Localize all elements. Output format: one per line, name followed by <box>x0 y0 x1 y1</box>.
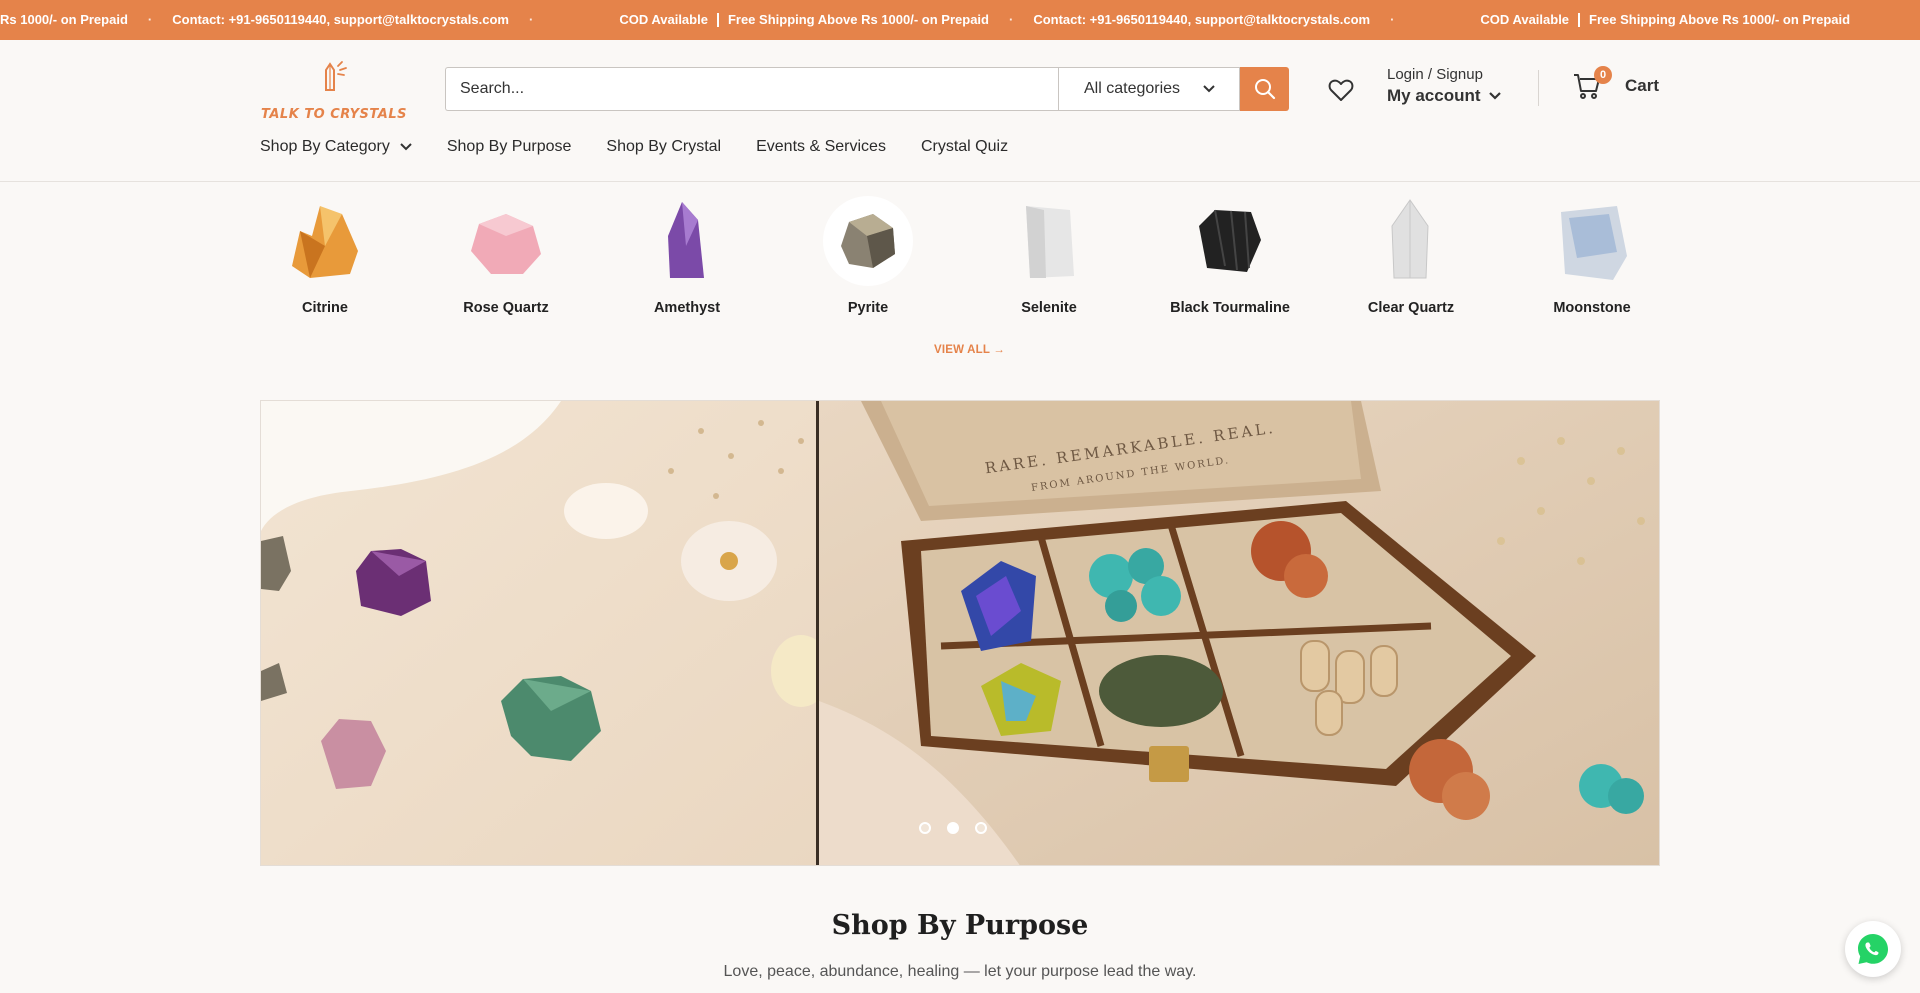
separator-dot: · <box>147 12 153 27</box>
nav-item-label: Shop By Purpose <box>446 138 572 155</box>
cart-count-badge: 0 <box>1594 66 1612 84</box>
nav-item-label: Events & Services <box>756 138 886 155</box>
crystal-item-citrine[interactable]: Citrine <box>260 196 390 317</box>
crystal-name: Citrine <box>302 300 348 316</box>
crystal-name: Pyrite <box>847 300 889 316</box>
site-header: TALK TO CRYSTALS All categories Login / … <box>0 40 1920 182</box>
carousel-dot[interactable] <box>975 822 987 834</box>
crystal-image <box>461 196 551 286</box>
crystal-name: Moonstone <box>1553 300 1631 316</box>
crystal-item-rose-quartz[interactable]: Rose Quartz <box>441 196 571 317</box>
section-title: Shop By Purpose <box>831 910 1089 941</box>
cart-icon-wrap: 0 <box>1573 66 1612 100</box>
separator-bar <box>716 12 719 27</box>
header-divider <box>1538 70 1539 106</box>
separator-bar <box>1578 12 1581 27</box>
crystal-image <box>280 196 370 286</box>
wishlist-button[interactable] <box>1328 78 1354 102</box>
cart-label: Cart <box>1625 76 1660 95</box>
crystal-category-row: Citrine Rose Quartz Amethyst Pyrite Sele… <box>260 196 1660 346</box>
cart-button[interactable]: 0 Cart <box>1573 66 1660 100</box>
separator-dot: · <box>528 12 534 27</box>
separator-dot: · <box>1008 12 1014 27</box>
my-account-label: My account <box>1387 86 1481 105</box>
crystal-image <box>1185 196 1275 286</box>
carousel-dot-active[interactable] <box>947 822 959 834</box>
crystal-image <box>823 196 913 286</box>
nav-item-label: Shop By Category <box>260 138 390 155</box>
crystal-name: Black Tourmaline <box>1170 300 1290 316</box>
carousel-dots <box>919 822 987 834</box>
nav-item-label: Crystal Quiz <box>920 138 1009 155</box>
search-icon <box>1254 79 1275 100</box>
crystal-name: Rose Quartz <box>463 300 549 316</box>
main-nav: Shop By Category Shop By Purpose Shop By… <box>260 138 1043 156</box>
crystal-item-moonstone[interactable]: Moonstone <box>1527 196 1657 317</box>
nav-item-shop-by-crystal[interactable]: Shop By Crystal <box>606 138 721 156</box>
crystal-image <box>1366 196 1456 286</box>
crystal-item-black-tourmaline[interactable]: Black Tourmaline <box>1165 196 1295 317</box>
search-input[interactable] <box>445 67 1058 111</box>
whatsapp-icon <box>1858 934 1888 964</box>
announcement-track: Rs 1000/- on Prepaid · Contact: +91-9650… <box>0 12 1850 27</box>
nav-item-label: Shop By Crystal <box>606 138 722 155</box>
announcement-contact: Contact: +91-9650119440, support@talktoc… <box>1033 12 1371 27</box>
announcement-shipping: Free Shipping Above Rs 1000/- on Prepaid <box>727 12 989 27</box>
announcement-fragment: Rs 1000/- on Prepaid <box>0 12 128 27</box>
separator-dot: · <box>1390 12 1395 27</box>
crystal-item-selenite[interactable]: Selenite <box>984 196 1114 317</box>
search-bar: All categories <box>445 67 1289 111</box>
crystal-logo-icon <box>325 61 347 91</box>
logo-text: TALK TO CRYSTALS <box>261 107 407 122</box>
view-all-link[interactable]: VIEW ALL → <box>934 344 1005 356</box>
crystal-item-clear-quartz[interactable]: Clear Quartz <box>1346 196 1476 317</box>
hero-slide-image: RARE. REMARKABLE. REAL. FROM AROUND THE … <box>261 401 1659 865</box>
announcement-contact: Contact: +91-9650119440, support@talktoc… <box>172 12 509 27</box>
carousel-dot[interactable] <box>919 822 931 834</box>
crystal-image <box>1547 196 1637 286</box>
crystal-item-amethyst[interactable]: Amethyst <box>622 196 752 317</box>
announcement-shipping: Free Shipping Above Rs 1000/- on Prepaid <box>1589 12 1851 27</box>
nav-item-shop-by-purpose[interactable]: Shop By Purpose <box>447 138 572 156</box>
crystal-name: Clear Quartz <box>1367 300 1455 316</box>
crystal-item-pyrite[interactable]: Pyrite <box>803 196 933 317</box>
crystal-name: Selenite <box>1021 300 1077 316</box>
nav-item-shop-by-category[interactable]: Shop By Category <box>260 138 412 156</box>
section-subtitle: Love, peace, abundance, healing — let yo… <box>723 963 1197 980</box>
heart-icon <box>1328 79 1354 101</box>
account-menu[interactable]: Login / Signup My account <box>1387 66 1501 106</box>
chevron-down-icon <box>1203 85 1215 93</box>
site-logo[interactable]: TALK TO CRYSTALS <box>260 60 408 122</box>
category-select[interactable]: All categories <box>1058 67 1240 111</box>
login-signup-link[interactable]: Login / Signup <box>1387 66 1501 83</box>
search-button[interactable] <box>1240 67 1289 111</box>
whatsapp-button[interactable] <box>1845 921 1901 977</box>
chevron-down-icon <box>1488 92 1501 100</box>
my-account-dropdown[interactable]: My account <box>1387 86 1501 106</box>
chevron-down-icon <box>400 143 412 151</box>
announcement-bar: Rs 1000/- on Prepaid · Contact: +91-9650… <box>0 0 1920 40</box>
crystal-name: Amethyst <box>653 300 721 316</box>
hero-carousel[interactable]: RARE. REMARKABLE. REAL. FROM AROUND THE … <box>260 400 1660 866</box>
announcement-cod: COD Available <box>1480 12 1570 27</box>
crystal-image <box>642 196 732 286</box>
nav-item-crystal-quiz[interactable]: Crystal Quiz <box>921 138 1008 156</box>
nav-item-events-services[interactable]: Events & Services <box>756 138 886 156</box>
category-select-label: All categories <box>1084 80 1181 97</box>
crystal-image <box>1004 196 1094 286</box>
announcement-cod: COD Available <box>619 12 708 27</box>
